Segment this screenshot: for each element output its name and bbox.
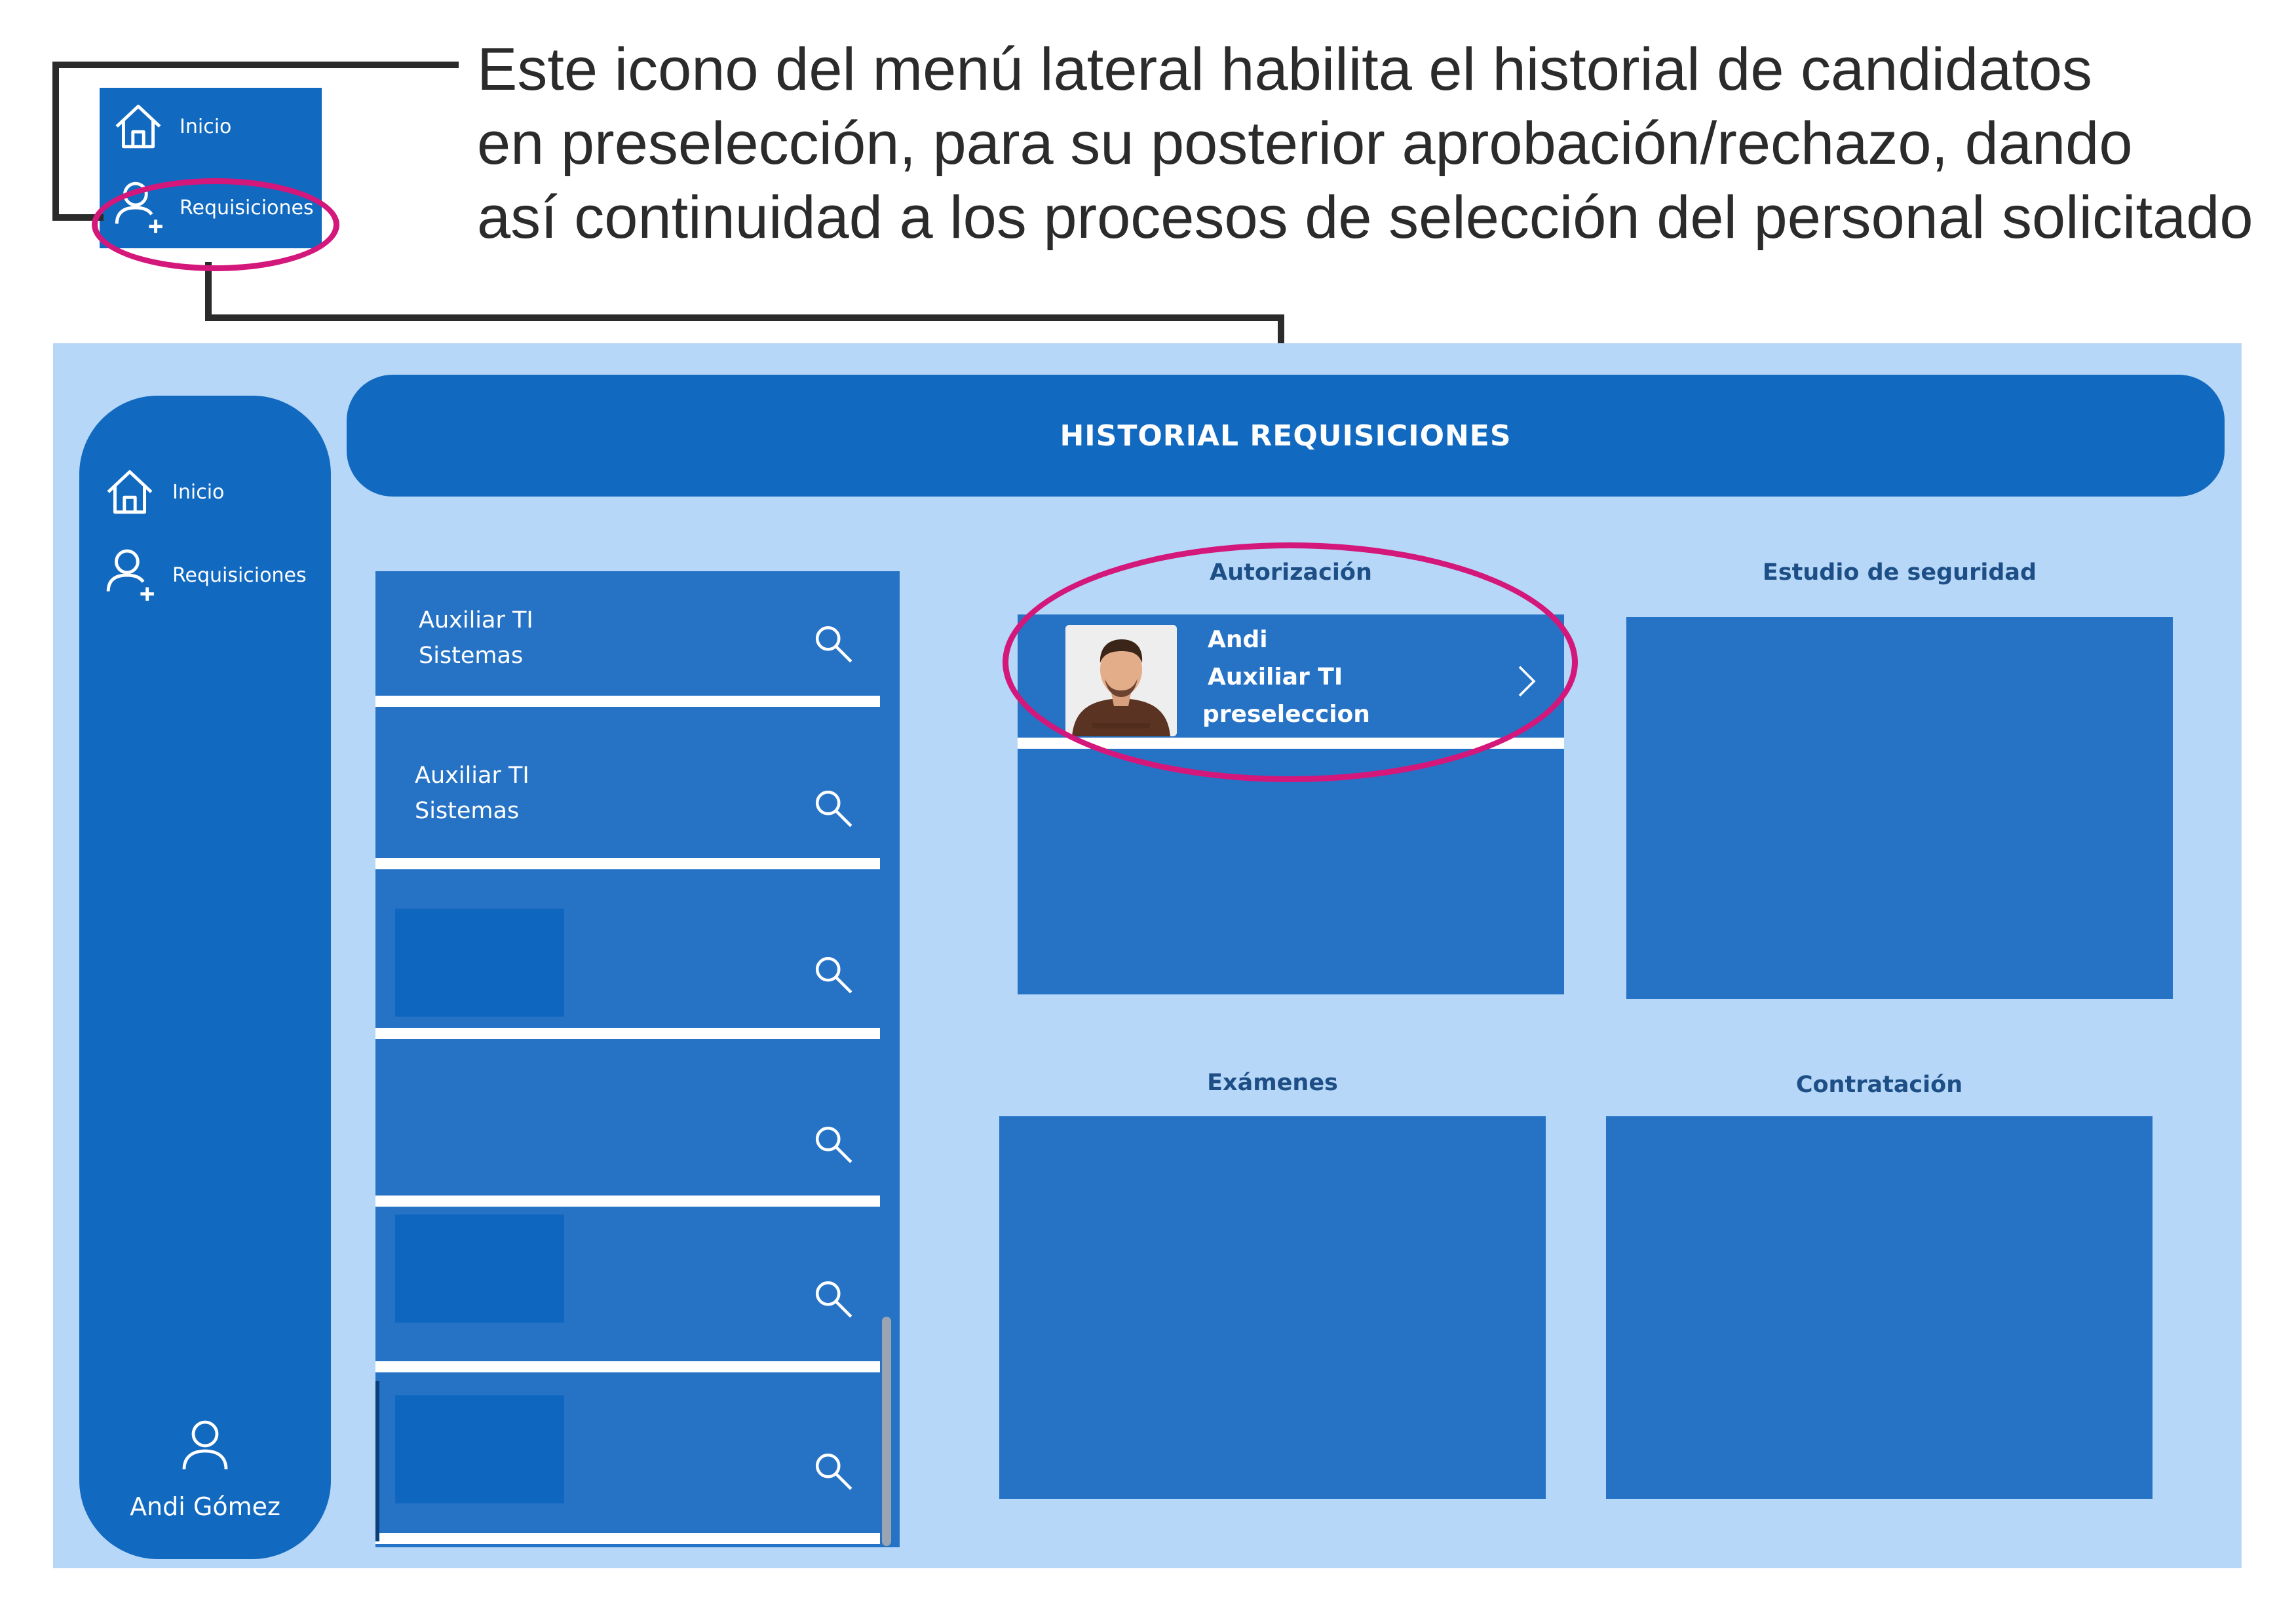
list-item[interactable] <box>375 1039 880 1196</box>
connector-line <box>205 314 1284 321</box>
section-title-exams: Exámenes <box>1207 1070 1338 1096</box>
requisition-list: Auxiliar TI Sistemas Auxiliar TI Sistema… <box>375 571 900 1547</box>
requisition-area: Sistemas <box>415 798 520 824</box>
zoom-menu-item-home: Inicio <box>111 100 231 153</box>
list-divider <box>375 696 880 707</box>
highlight-ellipse <box>1003 542 1578 782</box>
connector-line <box>52 62 59 220</box>
annotation-line: así continuidad a los procesos de selecc… <box>477 184 2253 251</box>
requisition-area: Sistemas <box>419 643 524 669</box>
search-icon[interactable] <box>813 1124 854 1165</box>
sidebar-item-label: Requisiciones <box>172 563 307 587</box>
list-divider <box>375 1196 880 1207</box>
sidebar-item-label: Inicio <box>172 480 225 504</box>
hiring-panel <box>1606 1116 2152 1499</box>
requisition-title: Auxiliar TI <box>415 763 529 789</box>
list-divider <box>375 1028 880 1039</box>
user-profile[interactable]: Andi Gómez <box>79 1418 331 1521</box>
app-window: Inicio Requisiciones Andi Gómez HISTORIA… <box>53 343 2242 1568</box>
annotation-line: Este icono del menú lateral habilita el … <box>477 36 2093 103</box>
search-icon[interactable] <box>813 788 854 829</box>
sidebar-item-requisitions[interactable]: Requisiciones <box>103 545 307 605</box>
list-item[interactable]: Auxiliar TI Sistemas <box>375 707 880 858</box>
connector-line <box>52 62 459 68</box>
list-divider <box>375 1361 880 1372</box>
list-item[interactable] <box>375 869 880 1028</box>
requisition-thumbnail <box>395 909 564 1017</box>
section-title-security-study: Estudio de seguridad <box>1762 559 2037 586</box>
annotation-text: Este icono del menú lateral habilita el … <box>477 33 2286 255</box>
list-item[interactable] <box>375 1207 880 1364</box>
sidebar-item-home[interactable]: Inicio <box>103 465 224 519</box>
section-title-hiring: Contratación <box>1795 1072 1963 1098</box>
search-icon[interactable] <box>813 954 854 995</box>
selection-marker <box>375 1381 379 1541</box>
home-icon <box>115 104 161 149</box>
search-icon[interactable] <box>813 1451 854 1492</box>
list-item[interactable]: Auxiliar TI Sistemas <box>375 571 880 696</box>
search-icon[interactable] <box>813 1279 854 1319</box>
user-icon <box>182 1420 228 1470</box>
zoom-menu-home-label: Inicio <box>180 115 232 138</box>
user-name: Andi Gómez <box>130 1492 280 1521</box>
annotation-line: en preselección, para su posterior aprob… <box>477 110 2133 177</box>
highlight-ellipse <box>92 178 339 271</box>
list-divider <box>375 858 880 869</box>
header-bar: HISTORIAL REQUISICIONES <box>347 375 2225 497</box>
exams-panel <box>999 1116 1546 1499</box>
sidebar: Inicio Requisiciones Andi Gómez <box>79 396 331 1559</box>
search-icon[interactable] <box>813 624 854 664</box>
user-add-icon <box>106 549 154 601</box>
requisition-thumbnail <box>395 1215 564 1323</box>
list-divider <box>375 1533 880 1544</box>
page-title: HISTORIAL REQUISICIONES <box>1060 419 1512 453</box>
list-scrollbar[interactable] <box>882 1317 891 1546</box>
security-study-panel <box>1626 617 2173 999</box>
requisition-thumbnail <box>395 1395 564 1503</box>
requisition-title: Auxiliar TI <box>419 607 533 633</box>
home-icon <box>107 470 153 514</box>
list-item[interactable] <box>375 1372 880 1533</box>
